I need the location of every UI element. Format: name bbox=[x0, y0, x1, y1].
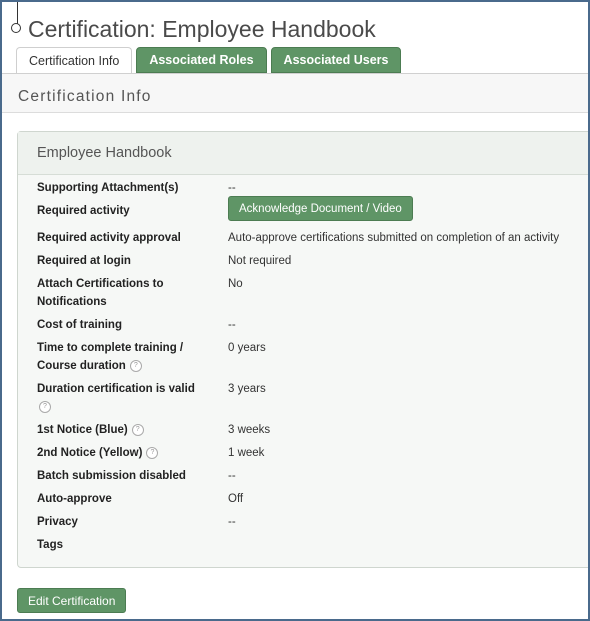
field-label: Time to complete training / Course durat… bbox=[37, 339, 207, 375]
field-label: Tags bbox=[37, 539, 63, 551]
tab-associated-roles[interactable]: Associated Roles bbox=[136, 47, 267, 73]
field-value: 3 weeks bbox=[228, 424, 271, 436]
field-label: Batch submission disabled bbox=[37, 470, 186, 482]
title-bullet-icon bbox=[11, 23, 21, 33]
field-label-text: Course duration bbox=[37, 360, 126, 372]
field-label-line: Duration certification is valid bbox=[37, 383, 195, 395]
field-label-line: Course duration? bbox=[37, 357, 207, 375]
field-label-line: Attach Certifications to bbox=[37, 278, 164, 290]
field-value: Auto-approve certifications submitted on… bbox=[228, 232, 560, 244]
page-title: Certification: Employee Handbook bbox=[28, 16, 376, 42]
field-label: Supporting Attachment(s) bbox=[37, 182, 179, 194]
panel-title: Employee Handbook bbox=[37, 145, 172, 161]
field-value: -- bbox=[228, 319, 236, 331]
field-label: Attach Certifications to Notifications bbox=[37, 275, 207, 311]
tab-certification-info[interactable]: Certification Info bbox=[16, 47, 133, 74]
help-icon[interactable]: ? bbox=[146, 446, 159, 459]
field-label-text: 2nd Notice (Yellow) bbox=[37, 447, 143, 459]
details-panel: Employee Handbook Supporting Attachment(… bbox=[17, 131, 588, 568]
title-connector-line bbox=[17, 2, 18, 24]
field-value: Not required bbox=[228, 255, 292, 267]
field-label: Privacy bbox=[37, 516, 78, 528]
field-value: -- bbox=[228, 516, 236, 528]
field-label: 2nd Notice (Yellow)? bbox=[37, 444, 207, 462]
tab-bar: Certification Info Associated Roles Asso… bbox=[16, 47, 402, 74]
field-label-text: 1st Notice (Blue) bbox=[37, 424, 128, 436]
field-label: Required activity bbox=[37, 205, 130, 217]
field-label: Cost of training bbox=[37, 319, 122, 331]
field-value: 1 week bbox=[228, 447, 265, 459]
edit-certification-button[interactable]: Edit Certification bbox=[17, 588, 127, 613]
field-value: -- bbox=[228, 182, 236, 194]
field-value: No bbox=[228, 278, 243, 290]
field-label: 1st Notice (Blue)? bbox=[37, 421, 207, 439]
field-label: Required activity approval bbox=[37, 232, 181, 244]
field-label-line: Notifications bbox=[37, 296, 107, 308]
field-value: -- bbox=[228, 470, 236, 482]
field-value: 3 years bbox=[228, 383, 266, 395]
field-value: 0 years bbox=[228, 342, 266, 354]
field-label: Required at login bbox=[37, 255, 131, 267]
field-label-line: ? bbox=[37, 398, 207, 416]
field-label: Duration certification is valid ? bbox=[37, 380, 207, 416]
field-value: Off bbox=[228, 493, 244, 505]
help-icon[interactable]: ? bbox=[129, 359, 142, 372]
acknowledge-document-button[interactable]: Acknowledge Document / Video bbox=[228, 196, 413, 221]
section-title: Certification Info bbox=[18, 88, 152, 105]
help-icon[interactable]: ? bbox=[131, 423, 144, 436]
field-label: Auto-approve bbox=[37, 493, 112, 505]
field-label-line: Time to complete training / bbox=[37, 342, 184, 354]
tab-associated-users[interactable]: Associated Users bbox=[270, 47, 402, 73]
help-icon[interactable]: ? bbox=[39, 400, 51, 413]
window-frame: Certification: Employee Handbook Certifi… bbox=[0, 0, 590, 621]
